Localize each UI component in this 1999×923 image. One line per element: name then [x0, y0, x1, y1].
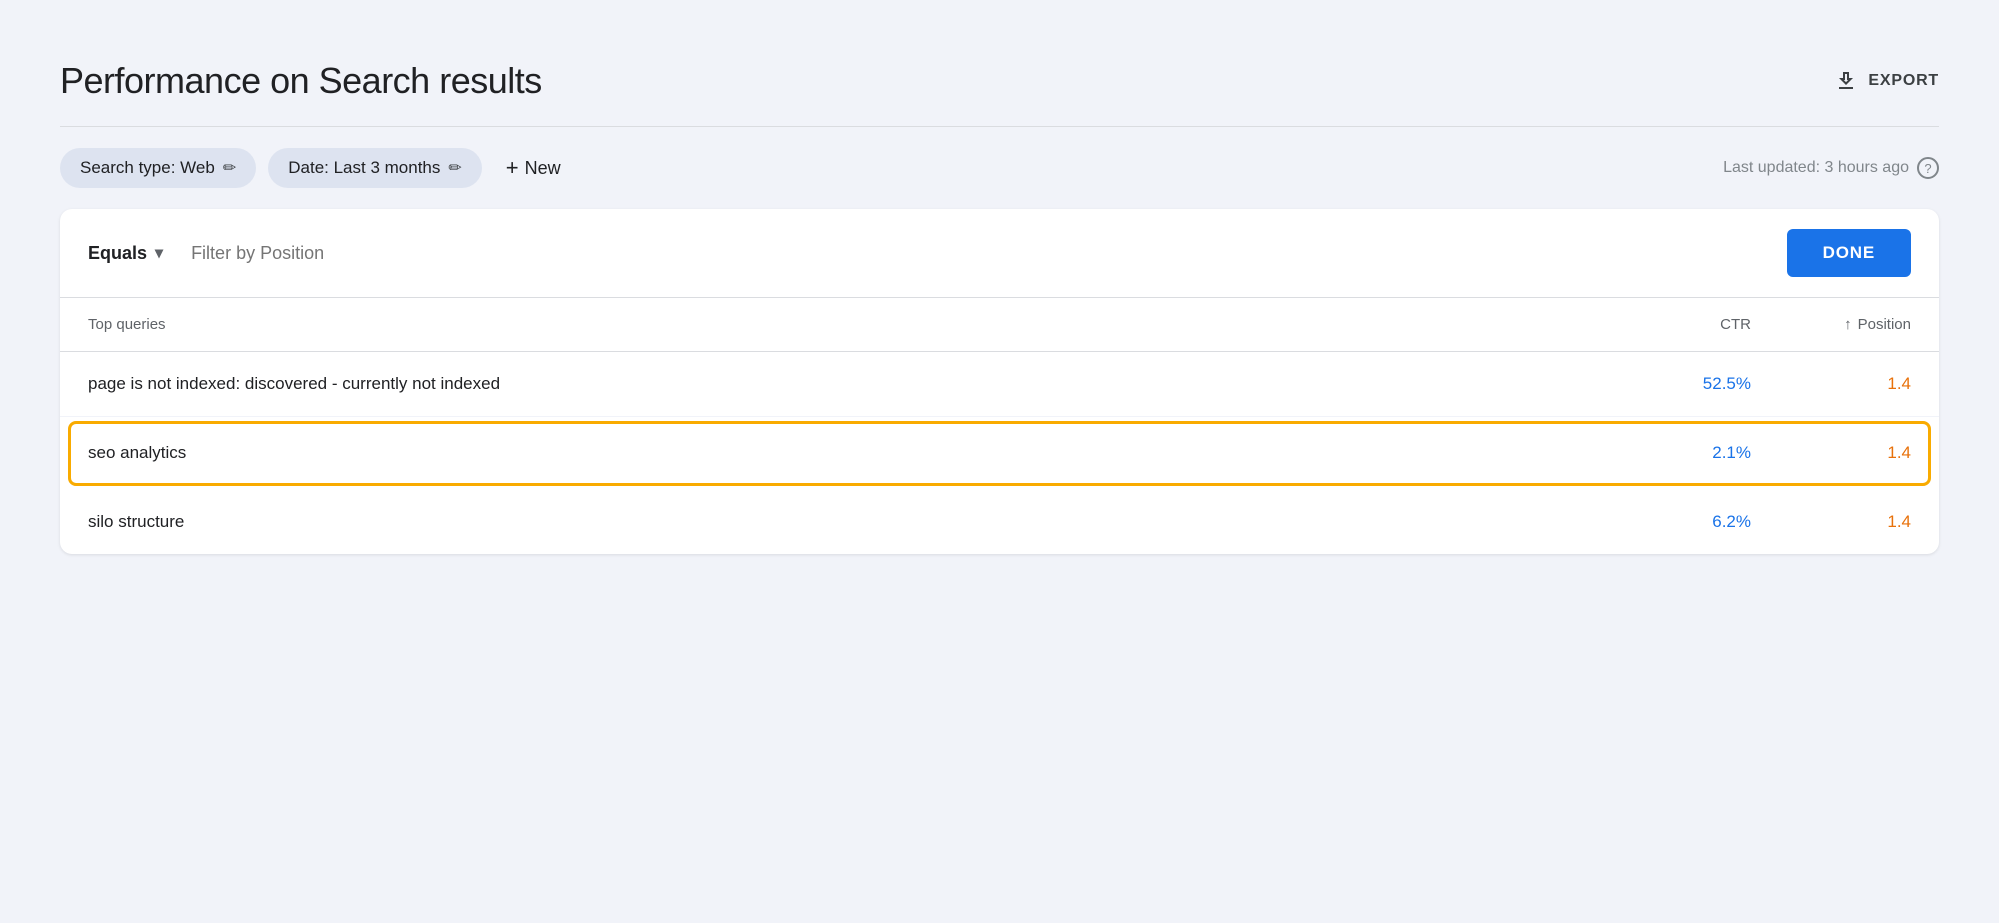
table-header: Top queries CTR ↑ Position [60, 298, 1939, 352]
date-label: Date: Last 3 months [288, 158, 440, 178]
export-button[interactable]: EXPORT [1834, 69, 1939, 93]
export-label: EXPORT [1868, 72, 1939, 90]
done-button[interactable]: DONE [1787, 229, 1911, 277]
filter-bar: Search type: Web ✏ Date: Last 3 months ✏… [60, 127, 1939, 209]
chevron-down-icon: ▾ [155, 243, 163, 263]
filter-input-container [179, 243, 1771, 264]
last-updated: Last updated: 3 hours ago ? [1723, 157, 1939, 179]
page-container: Performance on Search results EXPORT Sea… [60, 40, 1939, 554]
table-body: page is not indexed: discovered - curren… [60, 352, 1939, 554]
done-label: DONE [1823, 243, 1875, 262]
page-title: Performance on Search results [60, 60, 542, 102]
content-card: Equals ▾ DONE Top queries CTR ↑ Position… [60, 209, 1939, 554]
last-updated-text: Last updated: 3 hours ago [1723, 159, 1909, 177]
row-ctr: 6.2% [1631, 512, 1751, 532]
date-chip[interactable]: Date: Last 3 months ✏ [268, 148, 482, 188]
search-type-chip[interactable]: Search type: Web ✏ [60, 148, 256, 188]
col-queries-header: Top queries [88, 316, 1631, 333]
help-icon[interactable]: ? [1917, 157, 1939, 179]
search-type-edit-icon: ✏ [223, 158, 236, 178]
table-row[interactable]: page is not indexed: discovered - curren… [60, 352, 1939, 417]
equals-label: Equals [88, 243, 147, 264]
row-position: 1.4 [1751, 443, 1911, 463]
row-query: page is not indexed: discovered - curren… [88, 374, 1631, 394]
date-edit-icon: ✏ [448, 158, 461, 178]
row-position: 1.4 [1751, 512, 1911, 532]
export-icon [1834, 69, 1858, 93]
row-query: seo analytics [88, 443, 1631, 463]
col-position-header: ↑ Position [1751, 316, 1911, 333]
new-filter-button[interactable]: + New [494, 147, 573, 189]
plus-icon: + [506, 155, 519, 181]
equals-dropdown[interactable]: Equals ▾ [88, 243, 163, 264]
sort-up-icon: ↑ [1844, 316, 1852, 333]
row-query: silo structure [88, 512, 1631, 532]
row-ctr: 52.5% [1631, 374, 1751, 394]
header: Performance on Search results EXPORT [60, 40, 1939, 126]
table-row[interactable]: seo analytics 2.1% 1.4 [68, 421, 1931, 486]
filter-row: Equals ▾ DONE [60, 209, 1939, 298]
new-label: New [525, 158, 561, 179]
col-position-label: Position [1858, 316, 1911, 333]
col-ctr-header: CTR [1631, 316, 1751, 333]
filter-by-position-input[interactable] [191, 243, 1759, 264]
row-ctr: 2.1% [1631, 443, 1751, 463]
search-type-label: Search type: Web [80, 158, 215, 178]
table-row[interactable]: silo structure 6.2% 1.4 [60, 490, 1939, 554]
row-position: 1.4 [1751, 374, 1911, 394]
